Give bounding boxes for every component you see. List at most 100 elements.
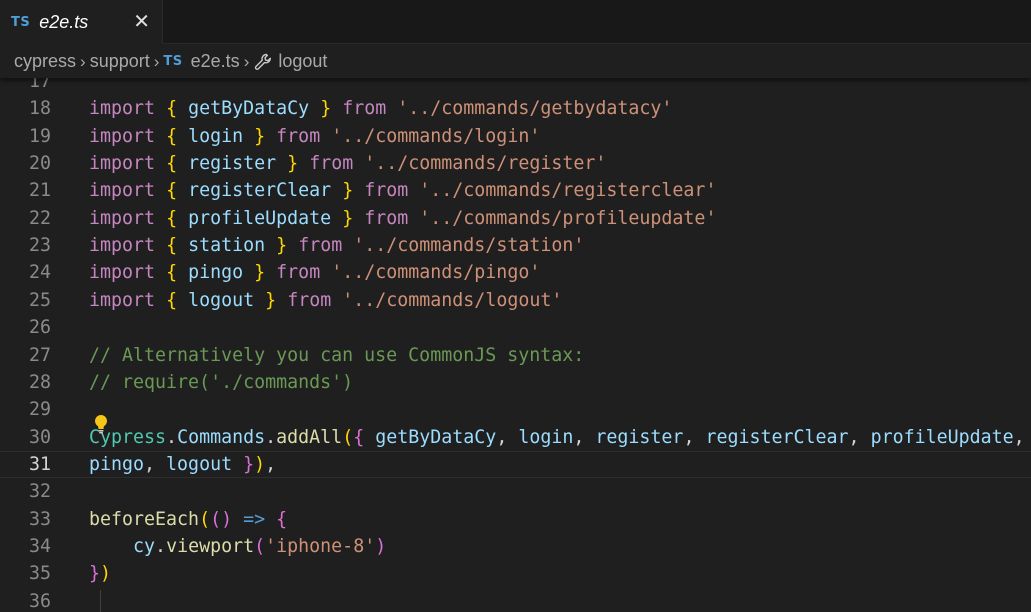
code-line[interactable]: 20 import { register } from '../commands/… <box>0 150 1031 177</box>
line-number: 34 <box>28 535 51 557</box>
code-token: ) <box>375 535 387 557</box>
line-number: 29 <box>28 399 51 421</box>
code-line[interactable]: 19 import { login } from '../commands/log… <box>0 123 1031 150</box>
code-line[interactable]: 18 import { getByDataCy } from '../comman… <box>0 95 1031 122</box>
code-token: { <box>276 508 288 530</box>
line-code: import { registerClear } from '../comman… <box>89 177 716 204</box>
breadcrumb-item-file[interactable]: TS e2e.ts <box>163 51 239 72</box>
code-token: from <box>309 153 354 175</box>
code-line[interactable]: 34 cy.viewport('iphone-8') <box>0 533 1031 560</box>
code-token: // require('./commands') <box>89 371 354 393</box>
code-token: getByDataCy <box>188 98 310 120</box>
code-line[interactable]: 28 // require('./commands') <box>0 369 1031 396</box>
breadcrumb: cypress › support › TS e2e.ts › logout <box>0 45 1031 78</box>
line-number: 35 <box>28 563 51 585</box>
code-line[interactable]: 29 <box>0 396 1031 423</box>
line-number: 22 <box>28 207 51 229</box>
code-editor[interactable]: 36 35}) 34 cy.viewport('iphone-8') 33 before… <box>0 78 1031 612</box>
code-token: import <box>89 153 156 175</box>
line-number: 18 <box>28 98 51 120</box>
code-line[interactable]: 36 <box>0 588 1031 612</box>
code-token: logout <box>188 289 255 311</box>
code-line[interactable]: 25 import { logout } from '../commands/lo… <box>0 287 1031 314</box>
code-token: import <box>89 98 156 120</box>
code-token: { <box>166 180 178 202</box>
code-token: { <box>166 125 178 147</box>
code-token: pingo <box>89 453 145 475</box>
code-token: viewport <box>166 535 255 557</box>
code-token: => <box>243 508 266 530</box>
code-line[interactable]: 23 import { station } from '../commands/s… <box>0 232 1031 259</box>
code-token: { <box>166 235 178 257</box>
code-token: pingo <box>188 262 244 284</box>
code-token: profileUpdate <box>870 426 1014 448</box>
line-code: import { logout } from '../commands/logo… <box>89 287 562 314</box>
code-token: import <box>89 180 156 202</box>
code-line[interactable]: 35}) <box>0 560 1031 587</box>
tab-e2e-ts[interactable]: TS e2e.ts ✕ <box>0 0 163 44</box>
wrench-icon <box>253 52 273 72</box>
code-token: import <box>89 125 156 147</box>
code-token: () <box>210 508 233 530</box>
code-token: '../commands/logout' <box>342 289 563 311</box>
code-token: registerClear <box>188 180 332 202</box>
code-line[interactable]: 17 <box>0 78 1031 95</box>
code-token: logout <box>166 453 233 475</box>
code-line[interactable]: 24 import { pingo } from '../commands/pin… <box>0 259 1031 286</box>
code-line[interactable]: 31 pingo, logout }), <box>0 450 1031 478</box>
code-line[interactable]: 33 beforeEach(() => { <box>0 506 1031 533</box>
code-token: { <box>166 262 178 284</box>
chevron-right-icon: › <box>80 51 86 71</box>
close-icon[interactable]: ✕ <box>133 9 150 34</box>
code-line[interactable]: 27 // Alternatively you can use CommonJS … <box>0 342 1031 369</box>
line-code: import { login } from '../commands/login… <box>89 123 540 150</box>
indent-guide <box>100 590 101 612</box>
breadcrumb-item-cypress[interactable]: cypress <box>14 51 76 72</box>
code-token: '../commands/pingo' <box>331 262 541 284</box>
line-number: 21 <box>28 180 51 202</box>
code-line[interactable]: 26 <box>0 314 1031 341</box>
code-token: ( <box>254 535 266 557</box>
code-line[interactable]: 21 import { registerClear } from '../comm… <box>0 177 1031 204</box>
typescript-file-icon: TS <box>163 54 183 69</box>
code-token: registerClear <box>705 426 849 448</box>
code-token: } <box>320 98 332 120</box>
code-token: , <box>848 426 871 448</box>
breadcrumb-item-symbol[interactable]: logout <box>253 51 327 72</box>
code-token: from <box>364 180 409 202</box>
breadcrumb-item-support[interactable]: support <box>90 51 150 72</box>
lightbulb-icon[interactable] <box>93 414 109 434</box>
code-token: , <box>144 453 167 475</box>
code-token: , <box>1013 426 1025 448</box>
code-line[interactable]: 30 Cypress.Commands.addAll({ getByDataCy,… <box>0 424 1031 451</box>
line-number: 26 <box>28 317 51 339</box>
code-token: } <box>342 207 354 229</box>
code-token: { <box>353 426 365 448</box>
code-line[interactable]: 32 <box>0 478 1031 505</box>
line-number: 36 <box>28 590 51 612</box>
code-token: beforeEach <box>89 508 200 530</box>
code-line[interactable]: 22 import { profileUpdate } from '../comm… <box>0 205 1031 232</box>
code-token: from <box>276 262 321 284</box>
